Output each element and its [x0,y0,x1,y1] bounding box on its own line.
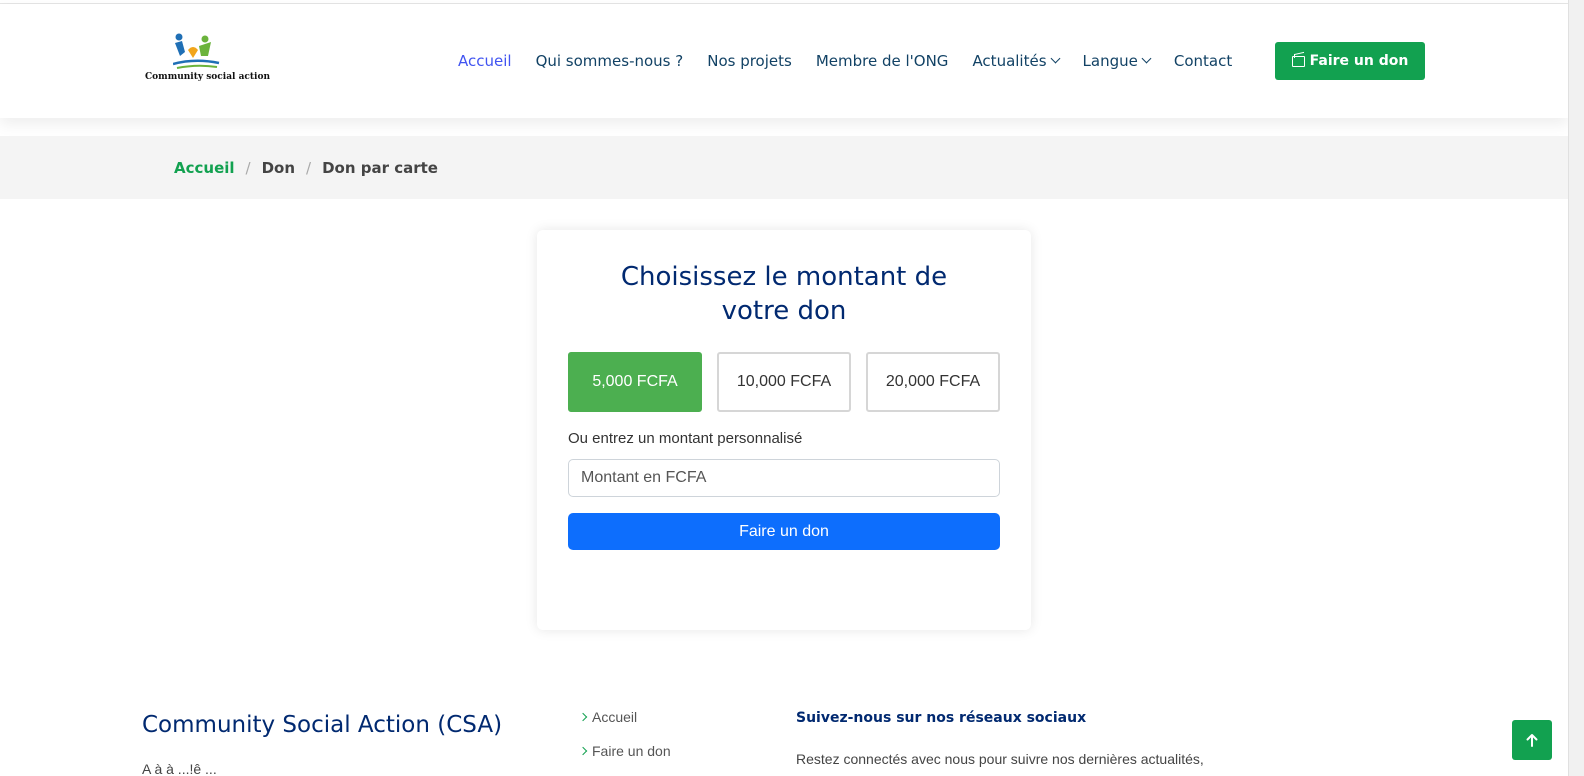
chevron-right-icon [578,712,588,722]
social-text: Restez connectés avec nous pour suivre n… [796,751,1204,767]
header-donate-label: Faire un don [1309,53,1409,69]
nav-item-qui-sommes-nous[interactable]: Qui sommes-nous ? [536,52,684,70]
nav-item-accueil[interactable]: Accueil [458,52,512,70]
breadcrumb-bar: Accueil / Don / Don par carte [0,136,1568,199]
footer-org-title: Community Social Action (CSA) [142,712,503,738]
nav-item-langue-label: Langue [1082,52,1138,70]
nav-item-contact[interactable]: Contact [1174,52,1232,70]
footer-link-accueil[interactable]: Accueil [578,708,671,726]
header-donate-button[interactable]: Faire un don [1275,42,1425,80]
amount-option-20000[interactable]: 20,000 FCFA [866,352,1000,412]
nav-item-langue[interactable]: Langue [1082,52,1152,70]
footer-links: Accueil Faire un don [578,708,671,776]
footer-link-label: Accueil [592,709,638,725]
page-scrollbar[interactable] [1568,0,1584,776]
logo[interactable]: Community social action [143,32,270,88]
back-to-top-button[interactable] [1512,720,1552,760]
footer-link-faire-un-don[interactable]: Faire un don [578,742,671,760]
logo-people-icon [173,33,220,69]
donation-title: Choisissez le montant de votre don [620,262,948,326]
site-header: Community social action Accueil Qui somm… [0,4,1568,118]
amount-option-5000[interactable]: 5,000 FCFA [568,352,702,412]
custom-amount-input[interactable] [568,459,1000,497]
main-nav: Accueil Qui sommes-nous ? Nos projets Me… [458,4,1256,118]
nav-item-actualites[interactable]: Actualités [972,52,1060,70]
footer-org-subtitle: A à à ...!ê ... [142,761,217,776]
nav-item-membre-ong[interactable]: Membre de l'ONG [816,52,949,70]
chevron-right-icon [578,746,588,756]
logo-text: Community social action [145,72,271,82]
nav-item-actualites-label: Actualités [972,52,1047,70]
breadcrumb-don: Don [261,158,296,177]
breadcrumb: Accueil / Don / Don par carte [174,136,438,199]
custom-amount-label: Ou entrez un montant personnalisé [568,430,803,447]
nav-item-nos-projets[interactable]: Nos projets [707,52,792,70]
chevron-down-icon [1141,53,1152,63]
arrow-up-icon [1526,734,1538,747]
donate-submit-button[interactable]: Faire un don [568,513,1000,550]
social-title: Suivez-nous sur nos réseaux sociaux [796,710,1087,726]
wallet-icon [1291,55,1305,67]
chevron-down-icon [1050,53,1060,63]
donation-card: Choisissez le montant de votre don 5,000… [537,230,1031,630]
breadcrumb-home-link[interactable]: Accueil [174,159,235,177]
breadcrumb-current: Don par carte [322,158,438,177]
breadcrumb-separator: / [245,158,251,177]
amount-option-10000[interactable]: 10,000 FCFA [717,352,851,412]
breadcrumb-separator: / [306,158,312,177]
footer-link-label: Faire un don [592,743,671,759]
